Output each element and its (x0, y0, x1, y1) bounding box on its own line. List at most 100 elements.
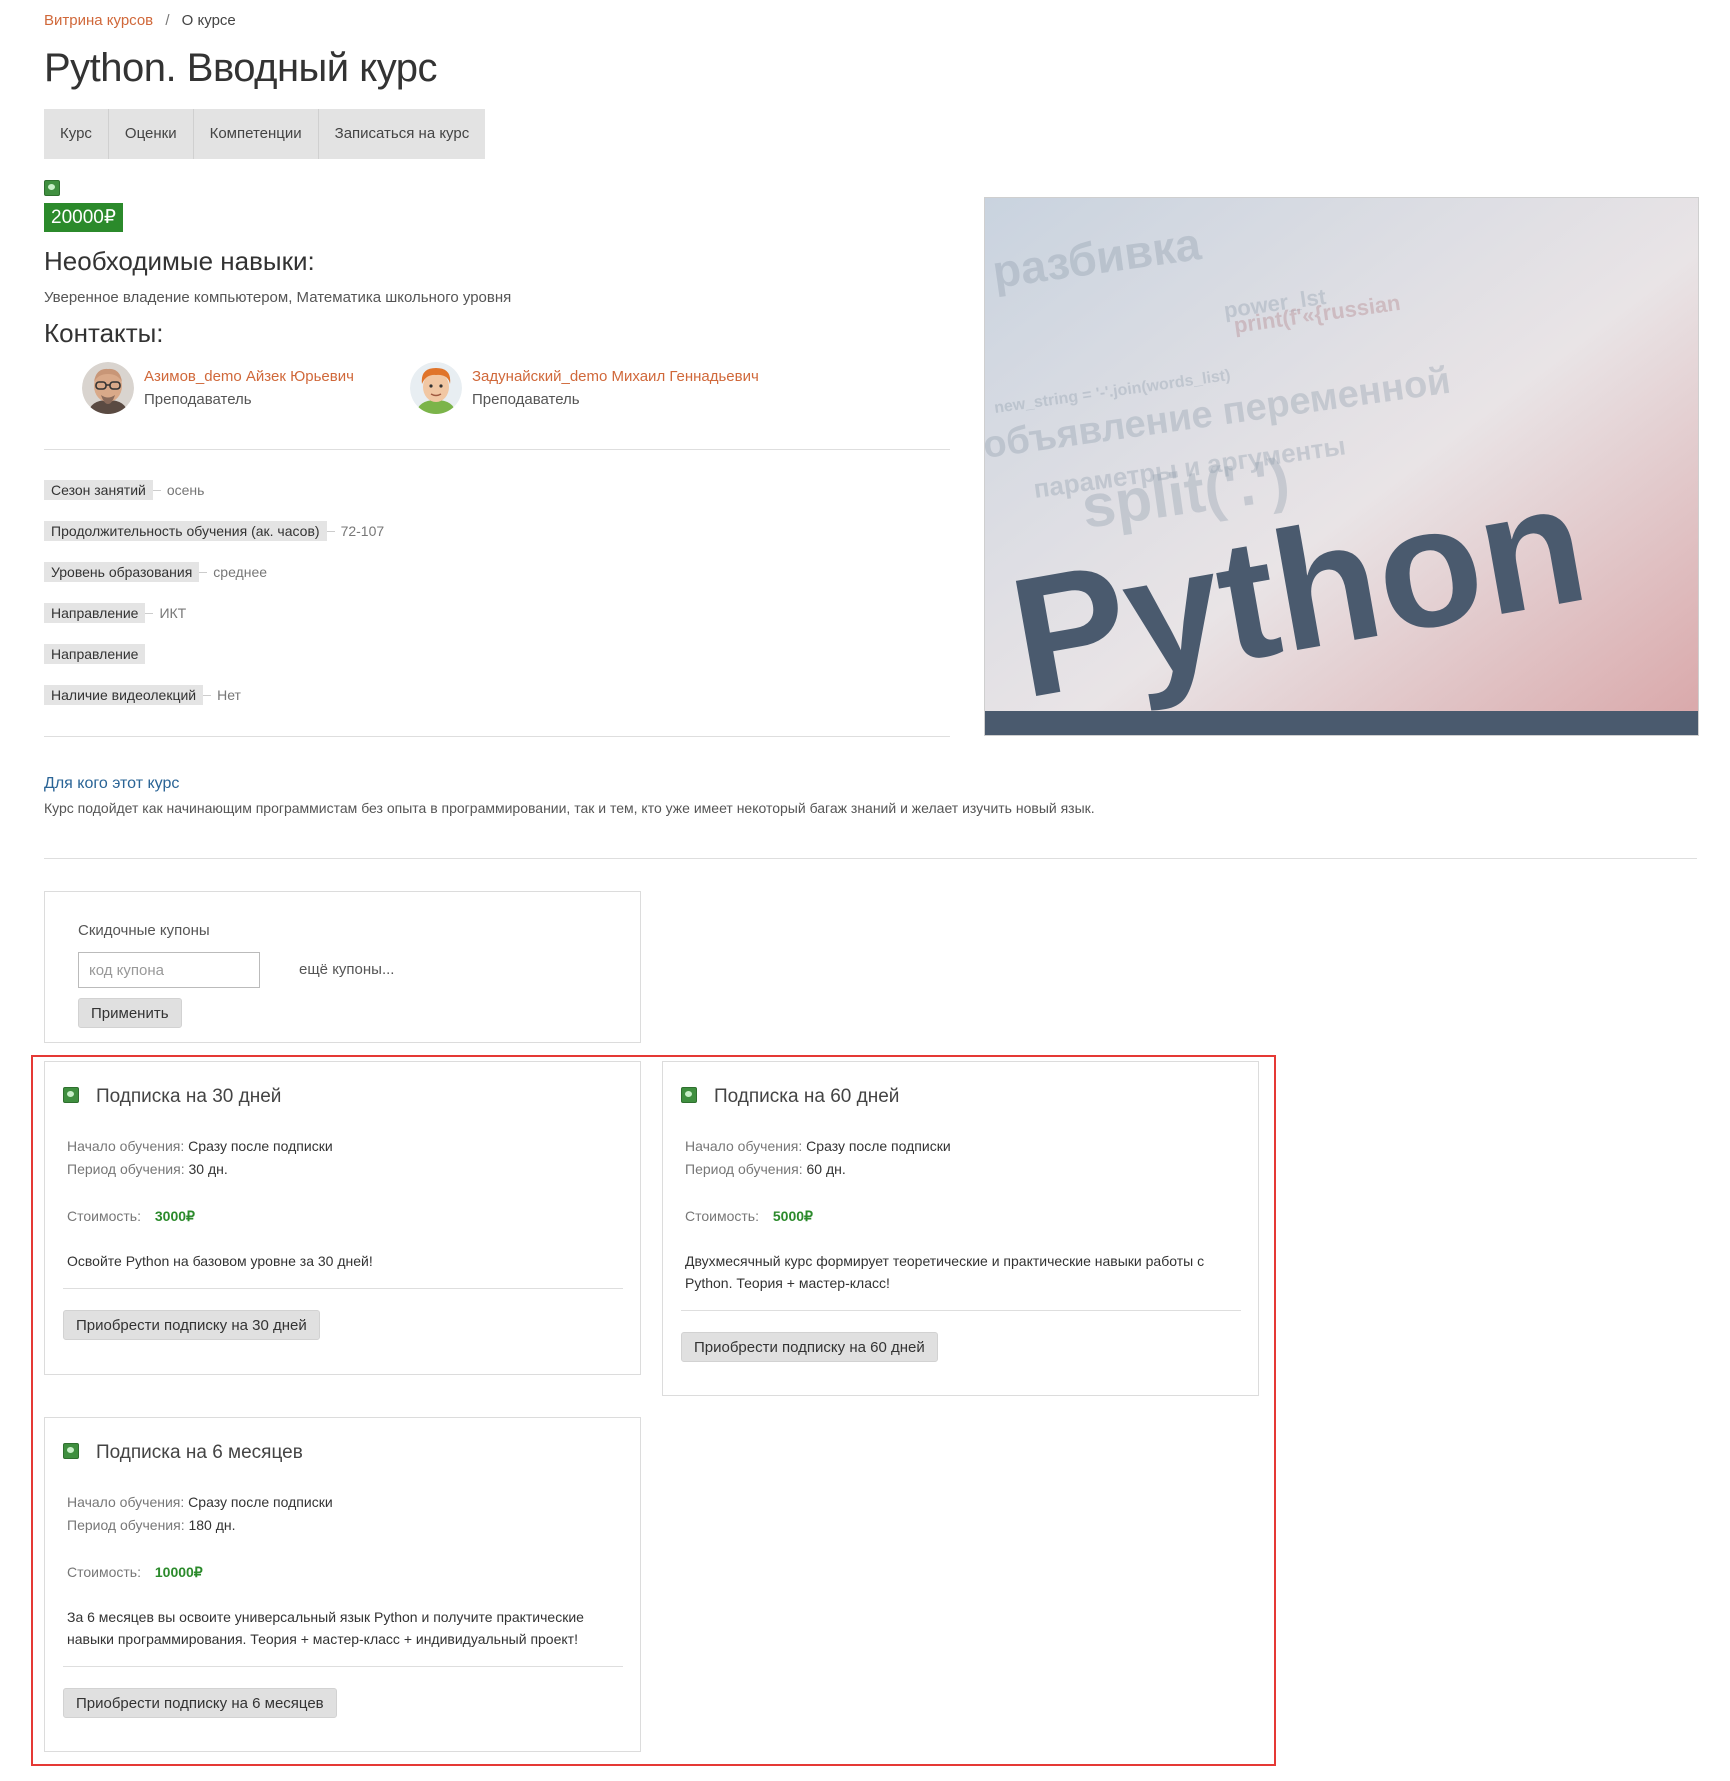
course-tabs: Курс Оценки Компетенции Записаться на ку… (44, 109, 486, 159)
subscription-period-label: Период обучения: (67, 1161, 185, 1177)
subscription-start-value: Сразу после подписки (188, 1138, 333, 1154)
subscription-start: Начало обучения: Сразу после подписки (67, 1138, 333, 1154)
subscription-card: Подписка на 30 дней Начало обучения: Сра… (44, 1061, 641, 1375)
subscription-card: Подписка на 6 месяцев Начало обучения: С… (44, 1417, 641, 1752)
avatar (410, 362, 462, 414)
subscription-period-value: 30 дн. (188, 1161, 228, 1177)
contact-card: Азимов_demo Айзек Юрьевич Преподаватель (82, 362, 354, 414)
subscription-period: Период обучения: 30 дн. (67, 1161, 228, 1177)
subscription-start-value: Сразу после подписки (188, 1494, 333, 1510)
breadcrumb-home-link[interactable]: Витрина курсов (44, 12, 153, 29)
property-row: Направление ИКТ (44, 603, 186, 623)
subscription-title: Подписка на 60 дней (714, 1086, 900, 1107)
contact-role: Преподаватель (472, 391, 580, 408)
divider (681, 1310, 1241, 1311)
property-label: Сезон занятий (44, 480, 153, 500)
subscription-start-value: Сразу после подписки (806, 1138, 951, 1154)
buy-subscription-button[interactable]: Приобрести подписку на 6 месяцев (63, 1688, 337, 1718)
contact-role: Преподаватель (144, 391, 252, 408)
page: Витрина курсов / О курсе Python. Вводный… (0, 0, 1730, 1781)
buy-subscription-button[interactable]: Приобрести подписку на 60 дней (681, 1332, 938, 1362)
subscription-cost-value: 3000₽ (154, 1208, 195, 1224)
subscription-cost: Стоимость: 3000₽ (67, 1208, 195, 1225)
property-row: Продолжительность обучения (ак. часов) 7… (44, 521, 384, 541)
subscription-cost: Стоимость: 5000₽ (685, 1208, 813, 1225)
course-image: разбивка power_lst new_string = '-'.join… (984, 197, 1699, 736)
for-whom-link[interactable]: Для кого этот курс (44, 775, 179, 793)
green-badge-icon (63, 1443, 79, 1459)
subscription-title: Подписка на 30 дней (96, 1086, 282, 1107)
green-badge-icon (681, 1087, 697, 1103)
page-title: Python. Вводный курс (44, 46, 438, 90)
property-value: 72-107 (340, 523, 385, 539)
divider (44, 858, 1697, 859)
property-value: среднее (213, 564, 268, 580)
subscription-start-label: Начало обучения: (67, 1138, 185, 1154)
subscription-cost-label: Стоимость: (685, 1208, 759, 1224)
subscription-period-value: 60 дн. (806, 1161, 846, 1177)
green-badge-icon (63, 1087, 79, 1103)
subscription-start-label: Начало обучения: (67, 1494, 185, 1510)
contact-card: Задунайский_demo Михаил Геннадьевич Преп… (410, 362, 759, 414)
contact-name-link[interactable]: Задунайский_demo Михаил Геннадьевич (472, 368, 759, 385)
divider (326, 530, 335, 532)
contacts-heading: Контакты: (44, 318, 164, 348)
subscription-cost-value: 5000₽ (772, 1208, 813, 1224)
breadcrumb-separator: / (165, 12, 170, 29)
divider (63, 1288, 623, 1289)
subscription-title: Подписка на 6 месяцев (96, 1442, 303, 1463)
subscription-cost: Стоимость: 10000₽ (67, 1564, 203, 1581)
tab-grades[interactable]: Оценки (109, 109, 194, 159)
tab-course[interactable]: Курс (44, 109, 109, 159)
green-badge-icon (44, 180, 60, 196)
subscription-period: Период обучения: 180 дн. (67, 1517, 236, 1533)
subscription-description: Освойте Python на базовом уровне за 30 д… (67, 1253, 373, 1269)
more-coupons-link[interactable]: ещё купоны... (299, 961, 394, 978)
subscription-period: Период обучения: 60 дн. (685, 1161, 846, 1177)
divider (44, 736, 950, 737)
divider (63, 1666, 623, 1667)
for-whom-text: Курс подойдет как начинающим программист… (44, 800, 1095, 816)
tab-competencies[interactable]: Компетенции (194, 109, 319, 159)
skills-heading: Необходимые навыки: (44, 246, 315, 276)
subscription-description: Двухмесячный курс формирует теоретически… (685, 1253, 1205, 1291)
property-value: осень (166, 482, 205, 498)
property-label: Направление (44, 644, 146, 664)
subscription-cost-value: 10000₽ (154, 1564, 203, 1580)
divider (145, 612, 154, 614)
property-row: Уровень образования среднее (44, 562, 267, 582)
breadcrumb: Витрина курсов / О курсе (44, 12, 236, 29)
property-value: ИКТ (159, 605, 187, 621)
subscription-period-value: 180 дн. (188, 1517, 236, 1533)
subscription-start: Начало обучения: Сразу после подписки (685, 1138, 951, 1154)
subscription-cost-label: Стоимость: (67, 1208, 141, 1224)
subscription-cost-label: Стоимость: (67, 1564, 141, 1580)
subscription-start: Начало обучения: Сразу после подписки (67, 1494, 333, 1510)
tab-enroll[interactable]: Записаться на курс (319, 109, 486, 159)
buy-subscription-button[interactable]: Приобрести подписку на 30 дней (63, 1310, 320, 1340)
breadcrumb-current: О курсе (181, 12, 236, 29)
coupon-box: Скидочные купоны ещё купоны... Применить (44, 891, 641, 1043)
property-row: Сезон занятий осень (44, 480, 204, 500)
divider (44, 449, 950, 450)
property-label: Направление (44, 603, 146, 623)
subscription-card: Подписка на 60 дней Начало обучения: Сра… (662, 1061, 1259, 1396)
property-row: Направление (44, 644, 146, 664)
coupon-input[interactable] (78, 952, 260, 988)
contact-name-link[interactable]: Азимов_demo Айзек Юрьевич (144, 368, 354, 385)
divider (152, 489, 161, 491)
skills-text: Уверенное владение компьютером, Математи… (44, 289, 512, 306)
avatar (82, 362, 134, 414)
property-row: Наличие видеолекций Нет (44, 685, 241, 705)
subscription-period-label: Период обучения: (685, 1161, 803, 1177)
apply-coupon-button[interactable]: Применить (78, 998, 182, 1028)
property-label: Наличие видеолекций (44, 685, 204, 705)
coupon-title: Скидочные купоны (78, 922, 210, 939)
property-value: Нет (217, 687, 241, 703)
subscription-description: За 6 месяцев вы освоите универсальный яз… (67, 1609, 584, 1647)
price-badge: 20000₽ (44, 203, 123, 232)
subscription-start-label: Начало обучения: (685, 1138, 803, 1154)
subscription-period-label: Период обучения: (67, 1517, 185, 1533)
property-label: Продолжительность обучения (ак. часов) (44, 521, 327, 541)
divider (203, 694, 212, 696)
